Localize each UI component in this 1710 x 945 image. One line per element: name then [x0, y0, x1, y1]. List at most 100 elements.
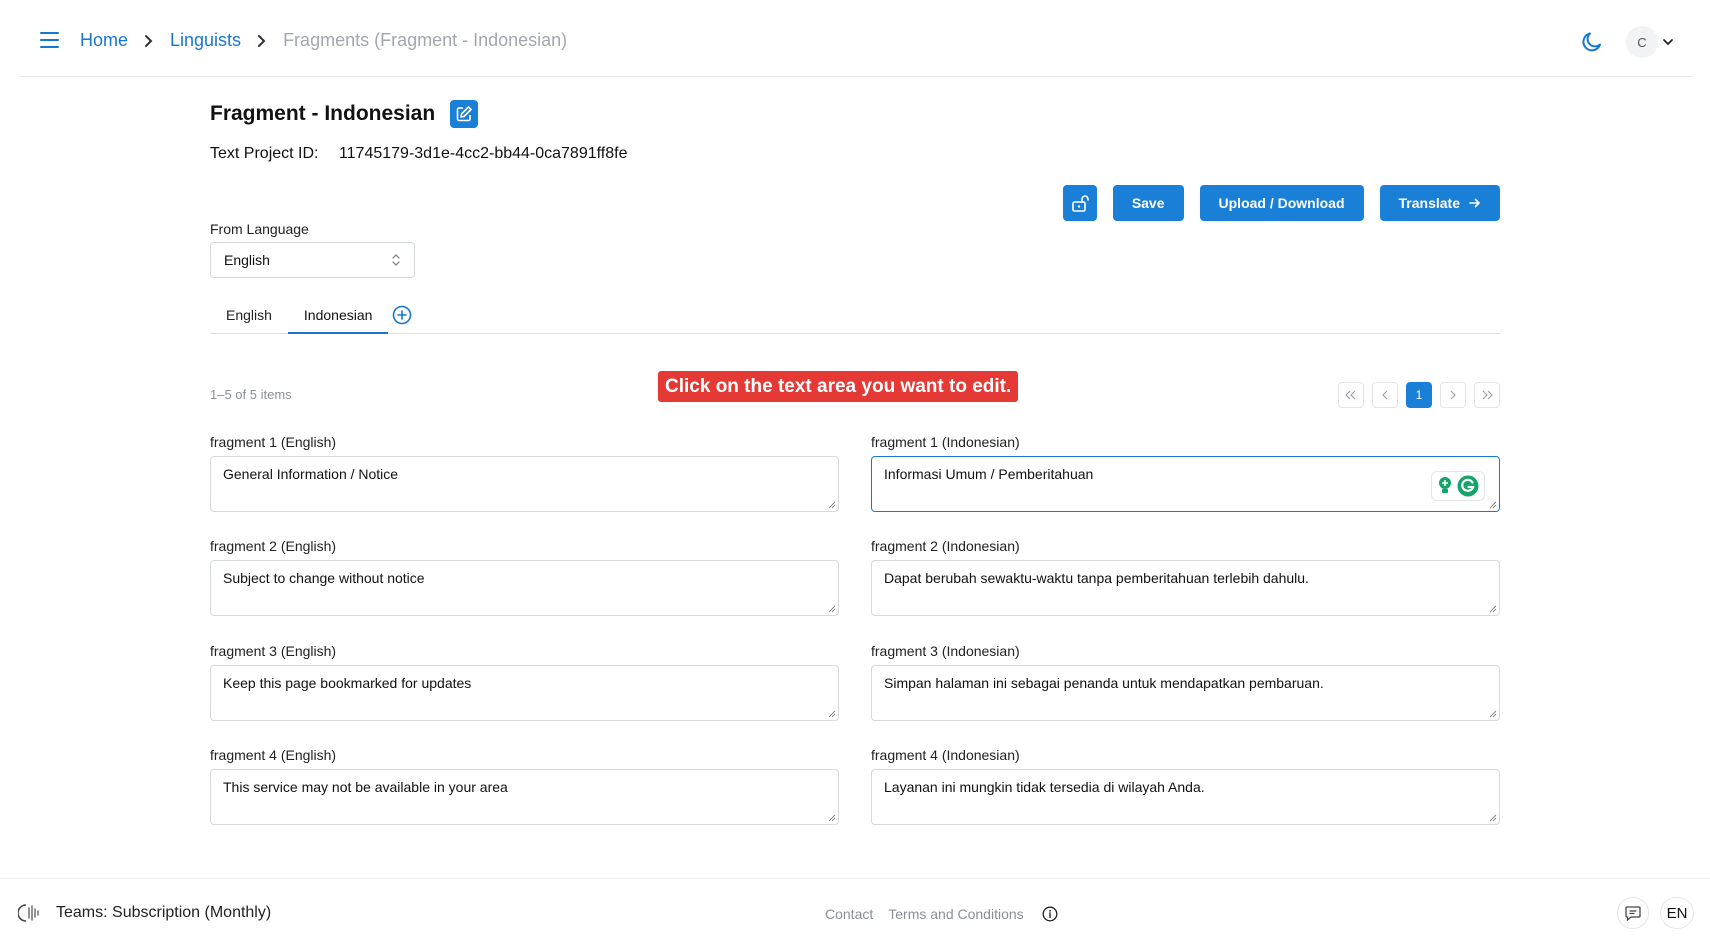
arrow-right-icon [1469, 198, 1481, 208]
pagination: 1 [1338, 382, 1500, 408]
menu-icon[interactable] [40, 32, 59, 48]
grammarly-icon [1457, 475, 1479, 497]
edit-icon [456, 106, 472, 122]
fragment-text: General Information / Notice [223, 466, 399, 482]
resize-handle-icon[interactable] [1489, 814, 1497, 822]
fragment-target-textarea[interactable]: Layanan ini mungkin tidak tersedia di wi… [871, 769, 1500, 825]
fragment-target: fragment 1 (Indonesian) Informasi Umum /… [871, 434, 1500, 512]
fragment-label: fragment 1 (English) [210, 434, 337, 450]
breadcrumb-linguists[interactable]: Linguists [170, 30, 241, 51]
resize-handle-icon[interactable] [1489, 605, 1497, 613]
first-page-button[interactable] [1338, 382, 1364, 408]
chevron-left-icon [1382, 390, 1388, 400]
app-logo-icon [18, 904, 39, 922]
chevron-down-icon [1663, 39, 1673, 46]
fragment-target-textarea[interactable]: Dapat berubah sewaktu-waktu tanpa pember… [871, 560, 1500, 616]
breadcrumb: Home Linguists Fragments (Fragment - Ind… [80, 30, 567, 51]
breadcrumb-current: Fragments (Fragment - Indonesian) [283, 30, 568, 50]
fragment-source: fragment 2 (English) Subject to change w… [210, 538, 839, 616]
tab-indonesian[interactable]: Indonesian [287, 302, 389, 334]
fragment-label: fragment 2 (Indonesian) [871, 538, 1020, 554]
fragment-text: This service may not be available in you… [223, 779, 508, 795]
fragment-label: fragment 4 (Indonesian) [871, 747, 1020, 763]
translate-button-label: Translate [1398, 195, 1460, 211]
title-row: Fragment - Indonesian [210, 100, 479, 128]
prev-page-button[interactable] [1372, 382, 1398, 408]
fragment-target: fragment 3 (Indonesian) Simpan halaman i… [871, 643, 1500, 721]
fragment-target-textarea[interactable]: Simpan halaman ini sebagai penanda untuk… [871, 665, 1500, 721]
fragment-source-textarea[interactable]: This service may not be available in you… [210, 769, 839, 825]
fragment-text: Simpan halaman ini sebagai penanda untuk… [884, 675, 1324, 691]
subscription-plan: Teams: Subscription (Monthly) [56, 904, 272, 921]
edit-title-button[interactable] [450, 100, 479, 128]
from-language-value: English [224, 252, 270, 268]
fragment-label: fragment 3 (Indonesian) [871, 643, 1020, 659]
fragment-text: Dapat berubah sewaktu-waktu tanpa pember… [884, 570, 1309, 586]
chevron-right-icon [144, 34, 154, 48]
fragment-source: fragment 1 (English) General Information… [210, 434, 839, 512]
fragment-target: fragment 2 (Indonesian) Dapat berubah se… [871, 538, 1500, 616]
fragment-label: fragment 1 (Indonesian) [871, 434, 1020, 450]
fragment-source-textarea[interactable]: Keep this page bookmarked for updates [210, 665, 839, 721]
fragment-label: fragment 2 (English) [210, 538, 337, 554]
upload-download-button[interactable]: Upload / Download [1199, 185, 1364, 221]
last-page-button[interactable] [1474, 382, 1500, 408]
resize-handle-icon[interactable] [828, 501, 836, 509]
page-title: Fragment - Indonesian [210, 102, 436, 125]
fragment-target: fragment 4 (Indonesian) Layanan ini mung… [871, 747, 1500, 825]
fragment-label: fragment 4 (English) [210, 747, 337, 763]
edit-hint-banner: Click on the text area you want to edit. [658, 371, 1019, 402]
fragment-target-textarea[interactable]: Informasi Umum / Pemberitahuan [871, 456, 1500, 512]
user-menu[interactable]: C [1626, 26, 1674, 58]
language-tabs: English Indonesian [210, 302, 1500, 334]
grammarly-widget[interactable] [1431, 471, 1485, 501]
page-button-current[interactable]: 1 [1406, 382, 1432, 408]
project-id-value: 11745179-3d1e-4cc2-bb44-0ca7891ff8fe [338, 145, 628, 162]
from-language-select[interactable]: English [210, 242, 415, 278]
project-id-row: Text Project ID: 11745179-3d1e-4cc2-bb44… [210, 145, 627, 163]
chevron-right-icon [257, 34, 267, 48]
footer: Teams: Subscription (Monthly) Contact Te… [0, 878, 1710, 945]
top-bar: Home Linguists Fragments (Fragment - Ind… [20, 0, 1692, 77]
project-id-label: Text Project ID: [210, 145, 319, 162]
terms-link[interactable]: Terms and Conditions [888, 906, 1023, 922]
add-language-icon[interactable] [392, 305, 412, 325]
chevrons-right-icon [1482, 390, 1493, 400]
fragment-text: Informasi Umum / Pemberitahuan [884, 466, 1094, 482]
resize-handle-icon[interactable] [828, 710, 836, 718]
contact-link[interactable]: Contact [825, 906, 873, 922]
resize-handle-icon[interactable] [1489, 501, 1497, 509]
fragment-source: fragment 3 (English) Keep this page book… [210, 643, 839, 721]
resize-handle-icon[interactable] [828, 814, 836, 822]
chat-button[interactable] [1617, 897, 1649, 929]
next-page-button[interactable] [1440, 382, 1466, 408]
info-icon[interactable] [1042, 906, 1058, 922]
fragment-text: Keep this page bookmarked for updates [223, 675, 472, 691]
resize-handle-icon[interactable] [828, 605, 836, 613]
fragment-text: Subject to change without notice [223, 570, 425, 586]
footer-links: Contact Terms and Conditions [825, 906, 1058, 922]
fragment-source: fragment 4 (English) This service may no… [210, 747, 839, 825]
from-language-label: From Language [210, 221, 309, 237]
fragment-text: Layanan ini mungkin tidak tersedia di wi… [884, 779, 1205, 795]
translate-button[interactable]: Translate [1379, 185, 1500, 221]
breadcrumb-home[interactable]: Home [80, 30, 128, 51]
fragment-label: fragment 3 (English) [210, 643, 337, 659]
bulb-icon [1439, 477, 1451, 493]
unlock-button[interactable] [1062, 185, 1097, 221]
save-button[interactable]: Save [1112, 185, 1184, 221]
dark-mode-moon-icon[interactable] [1580, 30, 1604, 54]
chat-icon [1625, 906, 1641, 922]
fragment-source-textarea[interactable]: General Information / Notice [210, 456, 839, 512]
language-switch-button[interactable]: EN [1660, 897, 1694, 929]
chevron-right-icon [1450, 390, 1456, 400]
select-updown-icon [392, 254, 400, 266]
unlock-icon [1072, 195, 1089, 212]
items-count: 1–5 of 5 items [210, 387, 292, 402]
fragment-source-textarea[interactable]: Subject to change without notice [210, 560, 839, 616]
action-toolbar: Save Upload / Download Translate [1062, 185, 1500, 221]
resize-handle-icon[interactable] [1489, 710, 1497, 718]
tab-english[interactable]: English [210, 302, 288, 334]
chevrons-left-icon [1345, 390, 1356, 400]
avatar[interactable]: C [1626, 26, 1658, 58]
